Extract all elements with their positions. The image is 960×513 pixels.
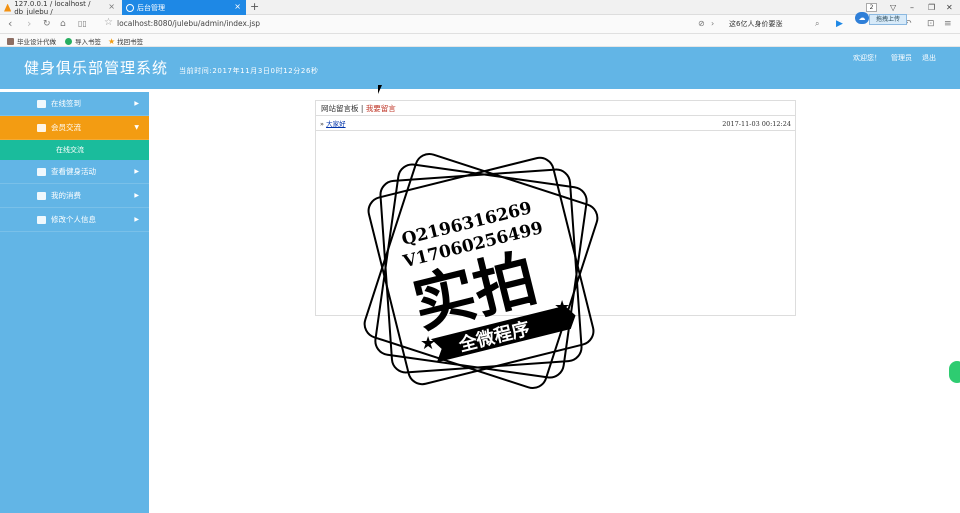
download-count-badge[interactable]: 2 <box>866 3 877 12</box>
phpmyadmin-icon <box>4 3 12 12</box>
forward-icon[interactable]: › <box>27 18 31 30</box>
url-field[interactable]: localhost:8080/julebu/admin/index.jsp <box>117 19 260 28</box>
globe-icon <box>126 3 134 12</box>
sidebar-item-checkin[interactable]: 在线签到 ▶ <box>0 92 149 116</box>
star-icon: ★ <box>420 333 436 354</box>
sidebar: 在线签到 ▶ 会员交流 ▼ 在线交流 查看健身活动 ▶ 我的消费 ▶ 修改个人信… <box>0 89 149 513</box>
sidebar-item-label: 会员交流 <box>51 123 81 132</box>
new-tab-button[interactable]: + <box>250 0 259 14</box>
header-links: 欢迎您！ 管理员 退出 <box>853 53 936 63</box>
bookmark-label: 导入书签 <box>75 38 101 46</box>
stack-icon <box>37 124 46 132</box>
side-float-widget[interactable] <box>949 361 960 383</box>
search-icon[interactable]: ⌕ <box>815 18 819 30</box>
bookmark-star-icon[interactable]: ☆ <box>104 17 113 28</box>
app-header: 健身俱乐部管理系统 当前时间:2017年11月3日0时12分26秒 欢迎您！ 管… <box>0 47 960 89</box>
search-input[interactable]: 这6亿人身价要涨 <box>725 17 825 31</box>
stack-icon <box>37 100 46 108</box>
address-bar: ‹ › ↻ ⌂ ▯▯ ☆ localhost:8080/julebu/admin… <box>0 15 960 34</box>
bookmark-icon <box>7 37 14 45</box>
sidebar-item-profile[interactable]: 修改个人信息 ▶ <box>0 208 149 232</box>
board-title: 网站留言板 <box>321 104 359 113</box>
shield-icon[interactable]: ▽ <box>890 0 896 15</box>
sidebar-subitem-online-chat[interactable]: 在线交流 <box>0 140 149 160</box>
minimize-icon[interactable]: – <box>910 0 914 15</box>
stack-icon <box>37 168 46 176</box>
write-message-link[interactable]: 我要留言 <box>366 104 396 113</box>
sidebar-item-label: 在线签到 <box>51 99 81 108</box>
sidebar-item-label: 我的消费 <box>51 191 81 200</box>
bookmark-item[interactable]: 毕业设计代做 <box>7 36 56 46</box>
home-icon[interactable]: ⌂ <box>60 18 66 30</box>
reload-icon[interactable]: ↻ <box>43 18 51 30</box>
list-item: » 大家好 2017-11-03 00:12:24 <box>316 118 795 131</box>
user-link[interactable]: 管理员 <box>891 53 912 63</box>
reader-icon[interactable]: ▯▯ <box>78 18 87 30</box>
bookmark-item[interactable]: 导入书签 <box>65 36 101 46</box>
page-title: 健身俱乐部管理系统 <box>24 59 169 77</box>
chevron-right-icon: ▶ <box>134 168 139 175</box>
bookmark-item[interactable]: ★ 找回书签 <box>108 36 144 47</box>
chevron-right-icon: ▶ <box>134 216 139 223</box>
close-window-icon[interactable]: ✕ <box>946 0 953 15</box>
star-icon: ★ <box>108 36 116 46</box>
restore-icon[interactable]: ❐ <box>928 0 935 15</box>
star-icon: ★ <box>554 297 570 318</box>
sidebar-item-consumption[interactable]: 我的消费 ▶ <box>0 184 149 208</box>
mouse-cursor <box>378 85 382 94</box>
import-icon <box>65 37 72 45</box>
sidebar-item-member-exchange[interactable]: 会员交流 ▼ <box>0 116 149 140</box>
menu-icon[interactable]: ≡ <box>944 18 952 30</box>
logout-link[interactable]: 退出 <box>922 53 936 63</box>
upload-tooltip: 拖拽上传 <box>869 14 907 25</box>
sidebar-item-activities[interactable]: 查看健身活动 ▶ <box>0 160 149 184</box>
browser-tab-phpmyadmin[interactable]: 127.0.0.1 / localhost / db_julebu / × <box>0 0 120 16</box>
back-icon[interactable]: ‹ <box>8 18 12 30</box>
sidebar-item-label: 修改个人信息 <box>51 215 96 224</box>
watermark-stamp: Q2196316269 V17060256499 实拍 全微程序 ★ ★ <box>363 152 599 390</box>
speed-icon[interactable]: ⊘ <box>698 18 705 30</box>
browser-tab-admin[interactable]: 后台管理 × <box>122 0 246 15</box>
cloud-upload-icon[interactable]: ☁ <box>855 12 869 24</box>
message-time: 2017-11-03 00:12:24 <box>722 120 791 128</box>
bookmark-label: 找回书签 <box>117 38 144 46</box>
bag-icon[interactable]: ⊡ <box>927 18 935 30</box>
close-tab-icon[interactable]: × <box>234 2 241 11</box>
chevron-right-icon: ▶ <box>134 100 139 107</box>
welcome-text: 欢迎您！ <box>853 54 881 62</box>
bookmark-label: 毕业设计代做 <box>17 38 56 46</box>
bullet-icon: » <box>320 120 324 128</box>
close-tab-icon[interactable]: × <box>108 2 115 11</box>
chevron-right-icon: ▶ <box>134 192 139 199</box>
separator: | <box>360 104 364 113</box>
bookmarks-bar: 毕业设计代做 导入书签 ★ 找回书签 <box>0 34 960 47</box>
tab-title: 后台管理 <box>137 3 165 12</box>
chevron-down-icon: ▼ <box>134 124 139 131</box>
tab-title: 127.0.0.1 / localhost / db_julebu / <box>14 0 91 16</box>
chevron-right-icon[interactable]: › <box>711 18 714 30</box>
current-time: 当前时间:2017年11月3日0时12分26秒 <box>179 67 319 75</box>
stack-icon <box>37 216 46 224</box>
stack-icon <box>37 192 46 200</box>
sidebar-item-label: 查看健身活动 <box>51 167 96 176</box>
browser-tabstrip: 127.0.0.1 / localhost / db_julebu / × 后台… <box>0 0 960 16</box>
play-icon[interactable]: ▶ <box>836 18 843 30</box>
message-author-link[interactable]: 大家好 <box>326 120 346 128</box>
board-header: 网站留言板 | 我要留言 <box>316 101 795 116</box>
